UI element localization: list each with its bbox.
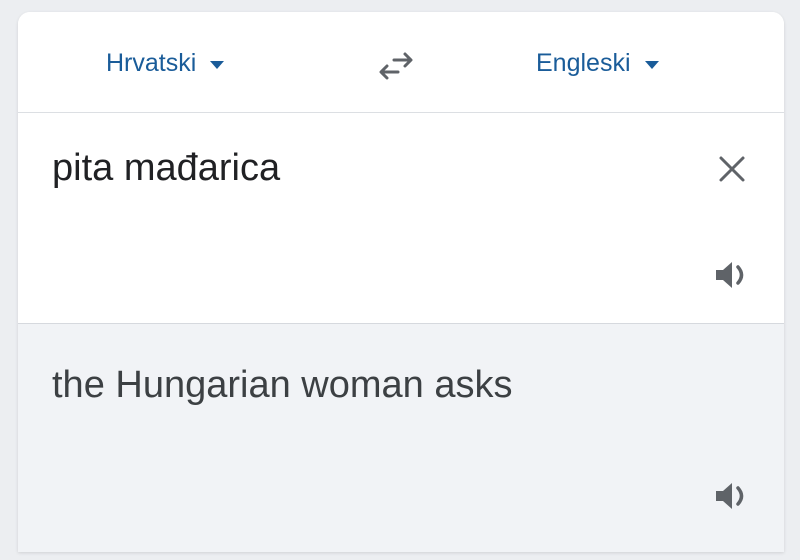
speaker-icon bbox=[716, 483, 744, 509]
translate-card: Hrvatski Engleski pita mađarica the Hung… bbox=[18, 12, 784, 552]
target-language-label: Engleski bbox=[536, 48, 631, 77]
language-bar: Hrvatski Engleski bbox=[18, 12, 784, 113]
source-text-area[interactable]: pita mađarica bbox=[18, 113, 784, 324]
target-language-button[interactable]: Engleski bbox=[536, 46, 659, 80]
translation-area: the Hungarian woman asks bbox=[18, 324, 784, 552]
swap-languages-button[interactable] bbox=[374, 48, 420, 84]
speaker-icon bbox=[716, 262, 744, 288]
clear-button[interactable] bbox=[712, 149, 752, 189]
translated-text: the Hungarian woman asks bbox=[52, 364, 513, 406]
caret-down-icon bbox=[644, 61, 659, 69]
source-text[interactable]: pita mađarica bbox=[52, 147, 280, 190]
caret-down-icon bbox=[210, 61, 225, 69]
source-language-label: Hrvatski bbox=[106, 48, 197, 77]
listen-translation-button[interactable] bbox=[712, 478, 752, 514]
swap-languages-icon bbox=[379, 52, 413, 80]
listen-source-button[interactable] bbox=[712, 257, 752, 293]
close-icon bbox=[719, 156, 745, 182]
source-language-button[interactable]: Hrvatski bbox=[106, 46, 225, 80]
